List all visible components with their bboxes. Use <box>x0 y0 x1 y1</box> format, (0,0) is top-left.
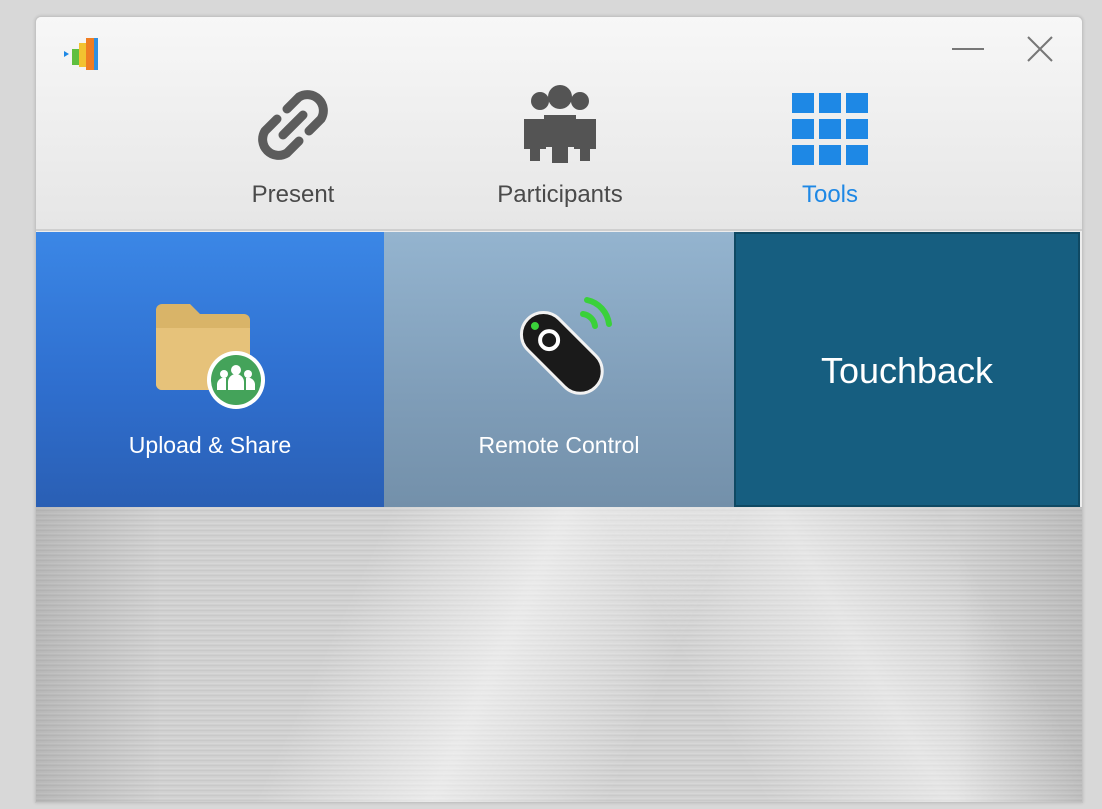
tab-tools[interactable]: Tools <box>730 69 930 219</box>
tab-participants[interactable]: Participants <box>460 69 660 219</box>
app-window: Present Participants Tools Upload & Shar… <box>35 16 1083 803</box>
touchback-label: Touchback <box>820 350 994 391</box>
people-group-icon <box>524 85 596 163</box>
upload-share-tile[interactable]: Upload & Share <box>36 232 384 507</box>
top-navigation: Present Participants Tools <box>36 17 1082 231</box>
tab-participants-label: Participants <box>497 181 623 208</box>
remote-control-icon <box>519 297 612 395</box>
link-chain-icon <box>258 90 328 160</box>
tab-present-label: Present <box>251 181 335 208</box>
app-logo-icon <box>64 38 98 70</box>
minimize-button[interactable] <box>948 33 988 65</box>
upload-share-label: Upload & Share <box>128 432 292 458</box>
remote-control-tile[interactable]: Remote Control <box>384 232 734 507</box>
close-icon <box>1027 36 1053 62</box>
minimize-icon <box>952 48 984 50</box>
touchback-tile[interactable]: Touchback <box>734 232 1080 507</box>
remote-control-label: Remote Control <box>478 432 640 458</box>
tab-tools-label: Tools <box>801 181 859 208</box>
grid-icon <box>792 93 868 165</box>
brushed-metal-background <box>36 507 1082 802</box>
folder-share-icon <box>156 304 265 409</box>
close-button[interactable] <box>1020 33 1060 65</box>
tab-present[interactable]: Present <box>193 69 393 219</box>
